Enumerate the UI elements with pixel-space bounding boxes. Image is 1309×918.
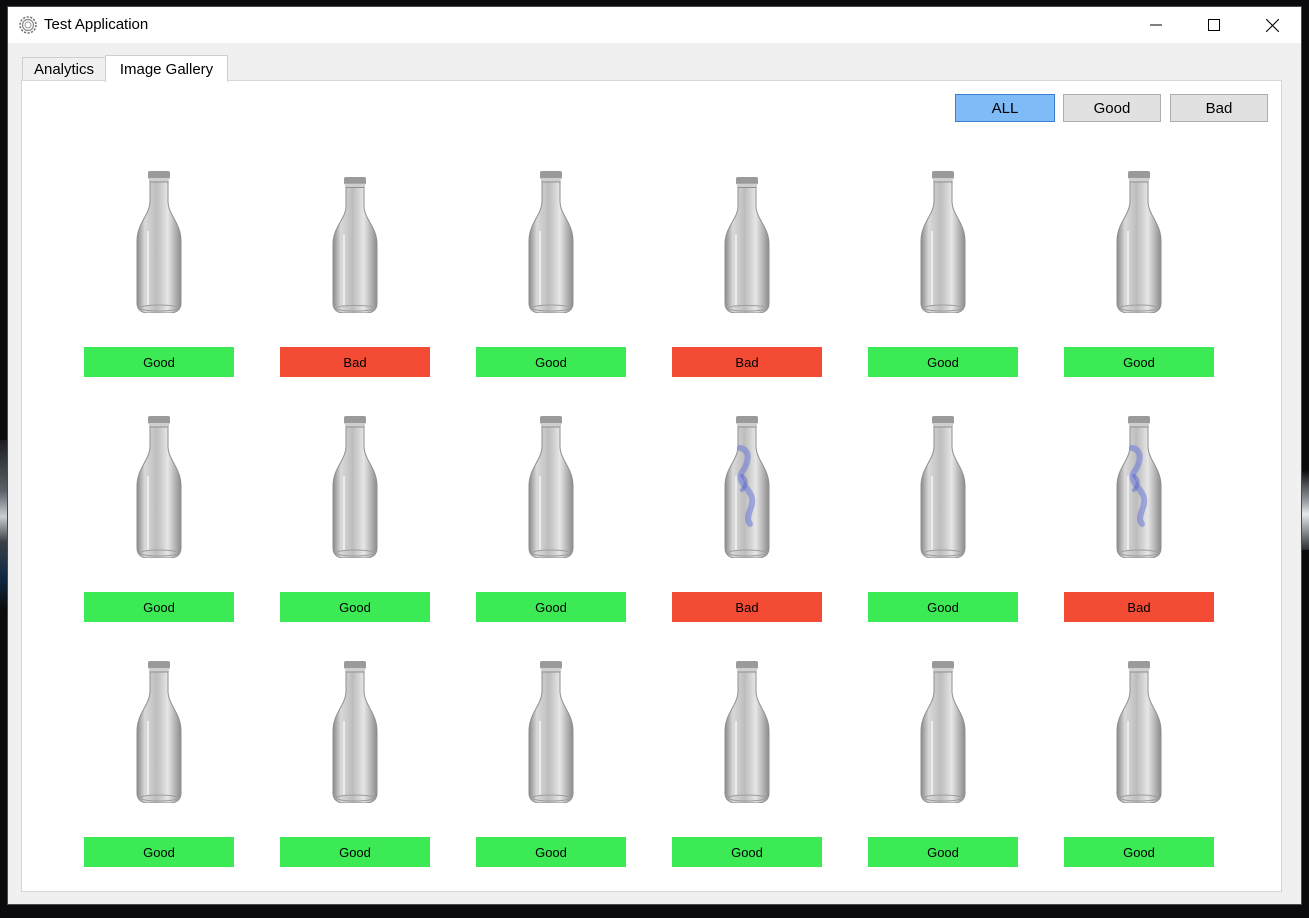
status-badge: Good (868, 347, 1018, 377)
tab-analytics[interactable]: Analytics (22, 57, 106, 81)
status-badge: Bad (1064, 592, 1214, 622)
filter-bad-button[interactable]: Bad (1170, 94, 1268, 122)
bottle-image[interactable] (918, 171, 968, 313)
minimize-button[interactable] (1127, 7, 1185, 43)
gallery-item[interactable]: Bad (672, 406, 822, 651)
gallery-item[interactable]: Good (84, 406, 234, 651)
tab-image-gallery[interactable]: Image Gallery (105, 55, 228, 82)
maximize-button[interactable] (1185, 7, 1243, 43)
bottle-image[interactable] (722, 177, 772, 313)
gallery-item[interactable]: Good (280, 651, 430, 896)
gallery-item[interactable]: Good (476, 161, 626, 406)
gallery-item[interactable]: Good (84, 651, 234, 896)
close-button[interactable] (1243, 7, 1301, 43)
bottle-image[interactable] (918, 661, 968, 803)
bottle-image[interactable] (1114, 661, 1164, 803)
gallery-item[interactable]: Good (1064, 161, 1214, 406)
title-bar[interactable]: Test Application (8, 7, 1301, 43)
bottle-image[interactable] (134, 416, 184, 558)
status-badge: Good (84, 592, 234, 622)
status-badge: Bad (672, 347, 822, 377)
bottle-image[interactable] (134, 661, 184, 803)
gallery-item[interactable]: Bad (280, 161, 430, 406)
bottle-image[interactable] (526, 171, 576, 313)
gallery-item[interactable]: Good (280, 406, 430, 651)
bottle-image[interactable] (330, 416, 380, 558)
gallery-item[interactable]: Good (868, 651, 1018, 896)
status-badge: Good (1064, 837, 1214, 867)
bottle-image[interactable] (1114, 416, 1164, 558)
window-title: Test Application (44, 16, 149, 33)
minimize-icon (1150, 24, 1162, 26)
gallery-item[interactable]: Good (476, 651, 626, 896)
image-grid: Good Bad Good Bad Good Good Good Good Good Bad Goo… (84, 161, 1214, 896)
image-gallery-panel: ALL Good Bad Good Bad Good Bad Good Good Good G… (21, 80, 1282, 892)
gallery-item[interactable]: Good (476, 406, 626, 651)
status-badge: Good (476, 837, 626, 867)
gallery-item[interactable]: Good (1064, 651, 1214, 896)
bottle-image[interactable] (918, 416, 968, 558)
gallery-item[interactable]: Good (868, 406, 1018, 651)
status-badge: Good (280, 837, 430, 867)
gallery-item[interactable]: Bad (1064, 406, 1214, 651)
status-badge: Good (1064, 347, 1214, 377)
bottle-image[interactable] (330, 177, 380, 313)
status-badge: Good (476, 347, 626, 377)
status-badge: Good (868, 837, 1018, 867)
bottle-image[interactable] (1114, 171, 1164, 313)
bottle-image[interactable] (526, 661, 576, 803)
close-icon (1265, 18, 1279, 32)
status-badge: Good (476, 592, 626, 622)
status-badge: Bad (672, 592, 822, 622)
filter-good-button[interactable]: Good (1063, 94, 1161, 122)
gallery-item[interactable]: Bad (672, 161, 822, 406)
bottle-image[interactable] (134, 171, 184, 313)
status-badge: Good (280, 592, 430, 622)
status-badge: Bad (280, 347, 430, 377)
status-badge: Good (672, 837, 822, 867)
bottle-image[interactable] (722, 661, 772, 803)
bottle-image[interactable] (722, 416, 772, 558)
status-badge: Good (84, 347, 234, 377)
gallery-item[interactable]: Good (868, 161, 1018, 406)
gear-icon (19, 16, 37, 34)
gallery-item[interactable]: Good (672, 651, 822, 896)
filter-all-button[interactable]: ALL (955, 94, 1055, 122)
gallery-item[interactable]: Good (84, 161, 234, 406)
status-badge: Good (868, 592, 1018, 622)
bottle-image[interactable] (526, 416, 576, 558)
status-badge: Good (84, 837, 234, 867)
bottle-image[interactable] (330, 661, 380, 803)
maximize-icon (1208, 19, 1220, 31)
app-window: Test Application Analytics Image Gallery… (7, 6, 1302, 905)
